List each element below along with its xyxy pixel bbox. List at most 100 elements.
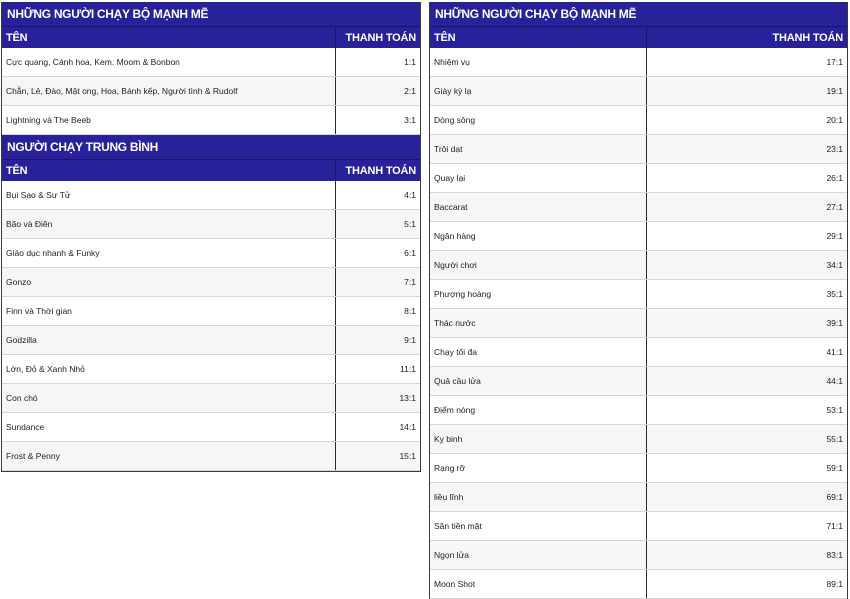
runner-name-cell: Bụi Sao & Sư Tử <box>2 181 335 210</box>
payout-cell: 41:1 <box>645 337 847 367</box>
runner-name-cell: Cực quang, Cánh hoa, Kem. Moom & Bonbon <box>2 48 335 77</box>
table-header-row: TÊN THANH TOÁN <box>430 27 847 48</box>
strong-runners-right-table: TÊN THANH TOÁN Nhiệm vụ 17:1 Giày kỳ lạ 19:… <box>430 27 847 599</box>
runner-name-cell: Phượng hoàng <box>430 279 646 309</box>
table-row: Chạy tối đa 41:1 <box>430 337 847 367</box>
runner-name-cell: Frost & Penny <box>2 441 335 471</box>
table-row: Người chơi 34:1 <box>430 250 847 280</box>
runner-name-cell: Dòng sông <box>430 105 646 135</box>
runner-name-cell: Quay lại <box>430 163 646 193</box>
payout-cell: 83:1 <box>645 540 847 570</box>
table-row: Sundance 14:1 <box>2 412 420 442</box>
payout-cell: 13:1 <box>334 383 420 413</box>
payout-cell: 9:1 <box>334 325 420 355</box>
table-row: Thác nước 39:1 <box>430 308 847 338</box>
medium-runners-table: TÊN THANH TOÁN Bụi Sao & Sư Tử 4:1 Bão và … <box>2 160 420 471</box>
table-row: Nhiệm vụ 17:1 <box>430 48 847 77</box>
runner-name-cell: Người chơi <box>430 250 646 280</box>
table-row: Con chó 13:1 <box>2 383 420 413</box>
payout-cell: 14:1 <box>334 412 420 442</box>
table-row: Bão và Điên 5:1 <box>2 209 420 239</box>
table-row: Kỵ binh 55:1 <box>430 424 847 454</box>
table-row: Godzilla 9:1 <box>2 325 420 355</box>
runner-name-cell: Nhiệm vụ <box>430 48 646 77</box>
payout-cell: 17:1 <box>645 48 847 77</box>
column-header-name: TÊN <box>2 27 335 48</box>
payout-cell: 4:1 <box>334 181 420 210</box>
payout-cell: 26:1 <box>645 163 847 193</box>
payout-cell: 7:1 <box>334 267 420 297</box>
runner-name-cell: Lightning và The Beeb <box>2 105 335 135</box>
runner-name-cell: Godzilla <box>2 325 335 355</box>
payout-cell: 2:1 <box>334 76 420 106</box>
runner-name-cell: Lớn, Đỏ & Xanh Nhỏ <box>2 354 335 384</box>
payout-cell: 55:1 <box>645 424 847 454</box>
payout-cell: 3:1 <box>334 105 420 135</box>
column-header-pay: THANH TOÁN <box>645 27 847 48</box>
column-header-name: TÊN <box>430 27 646 48</box>
runner-name-cell: Baccarat <box>430 192 646 222</box>
table-row: Trôi dạt 23:1 <box>430 134 847 164</box>
table-row: Quay lại 26:1 <box>430 163 847 193</box>
runner-name-cell: Ngân hàng <box>430 221 646 251</box>
table-row: Bụi Sao & Sư Tử 4:1 <box>2 181 420 210</box>
runner-name-cell: Điểm nóng <box>430 395 646 425</box>
runner-name-cell: Chẵn, Lẻ, Đào, Mật ong, Hoa, Bánh kếp, N… <box>2 76 335 106</box>
payout-cell: 15:1 <box>334 441 420 471</box>
strong-runners-right-title: NHỮNG NGƯỜI CHẠY BỘ MẠNH MẼ <box>430 2 847 27</box>
runner-name-cell: liều lĩnh <box>430 482 646 512</box>
table-row: Phượng hoàng 35:1 <box>430 279 847 309</box>
medium-runners-title: NGƯỜI CHẠY TRUNG BÌNH <box>2 135 420 160</box>
table-row: Ngọn lửa 83:1 <box>430 540 847 570</box>
runner-name-cell: Săn tiền mặt <box>430 511 646 541</box>
table-row: Dòng sông 20:1 <box>430 105 847 135</box>
table-row: Baccarat 27:1 <box>430 192 847 222</box>
table-row: Lớn, Đỏ & Xanh Nhỏ 11:1 <box>2 354 420 384</box>
runner-name-cell: Ngọn lửa <box>430 540 646 570</box>
column-header-pay: THANH TOÁN <box>334 27 420 48</box>
payout-cell: 71:1 <box>645 511 847 541</box>
runner-name-cell: Quả cầu lửa <box>430 366 646 396</box>
payout-cell: 35:1 <box>645 279 847 309</box>
payout-cell: 1:1 <box>334 48 420 77</box>
runner-name-cell: Finn và Thời gian <box>2 296 335 326</box>
payout-cell: 23:1 <box>645 134 847 164</box>
payout-cell: 6:1 <box>334 238 420 268</box>
payout-cell: 5:1 <box>334 209 420 239</box>
strong-runners-left-title: NHỮNG NGƯỜI CHẠY BỘ MẠNH MẼ <box>2 2 420 27</box>
payout-cell: 44:1 <box>645 366 847 396</box>
payout-cell: 11:1 <box>334 354 420 384</box>
payout-cell: 39:1 <box>645 308 847 338</box>
column-header-name: TÊN <box>2 160 335 181</box>
runner-name-cell: Giày kỳ lạ <box>430 76 646 106</box>
runner-name-cell: Gonzo <box>2 267 335 297</box>
payout-cell: 34:1 <box>645 250 847 280</box>
payout-cell: 59:1 <box>645 453 847 483</box>
table-header-row: TÊN THANH TOÁN <box>2 160 420 181</box>
table-row: Cực quang, Cánh hoa, Kem. Moom & Bonbon 1… <box>2 48 420 77</box>
table-row: Finn và Thời gian 8:1 <box>2 296 420 326</box>
left-panel: NHỮNG NGƯỜI CHẠY BỘ MẠNH MẼ TÊN THANH TO… <box>1 2 421 472</box>
table-row: Rạng rỡ 59:1 <box>430 453 847 483</box>
table-row: Giáo dục nhanh & Funky 6:1 <box>2 238 420 268</box>
table-row: Frost & Penny 15:1 <box>2 441 420 471</box>
payout-cell: 53:1 <box>645 395 847 425</box>
right-panel: NHỮNG NGƯỜI CHẠY BỘ MẠNH MẼ TÊN THANH TO… <box>429 2 848 599</box>
strong-runners-left-box: NHỮNG NGƯỜI CHẠY BỘ MẠNH MẼ TÊN THANH TO… <box>1 2 421 472</box>
runner-name-cell: Sundance <box>2 412 335 442</box>
strong-runners-left-table: TÊN THANH TOÁN Cực quang, Cánh hoa, Kem.… <box>2 27 420 135</box>
table-header-row: TÊN THANH TOÁN <box>2 27 420 48</box>
payout-cell: 29:1 <box>645 221 847 251</box>
runner-name-cell: Trôi dạt <box>430 134 646 164</box>
payout-cell: 27:1 <box>645 192 847 222</box>
table-row: Săn tiền mặt 71:1 <box>430 511 847 541</box>
table-row: Điểm nóng 53:1 <box>430 395 847 425</box>
table-row: Gonzo 7:1 <box>2 267 420 297</box>
payout-cell: 20:1 <box>645 105 847 135</box>
column-header-pay: THANH TOÁN <box>334 160 420 181</box>
runner-name-cell: Bão và Điên <box>2 209 335 239</box>
runner-name-cell: Giáo dục nhanh & Funky <box>2 238 335 268</box>
table-row: Lightning và The Beeb 3:1 <box>2 105 420 135</box>
table-row: Moon Shot 89:1 <box>430 569 847 599</box>
table-row: Quả cầu lửa 44:1 <box>430 366 847 396</box>
